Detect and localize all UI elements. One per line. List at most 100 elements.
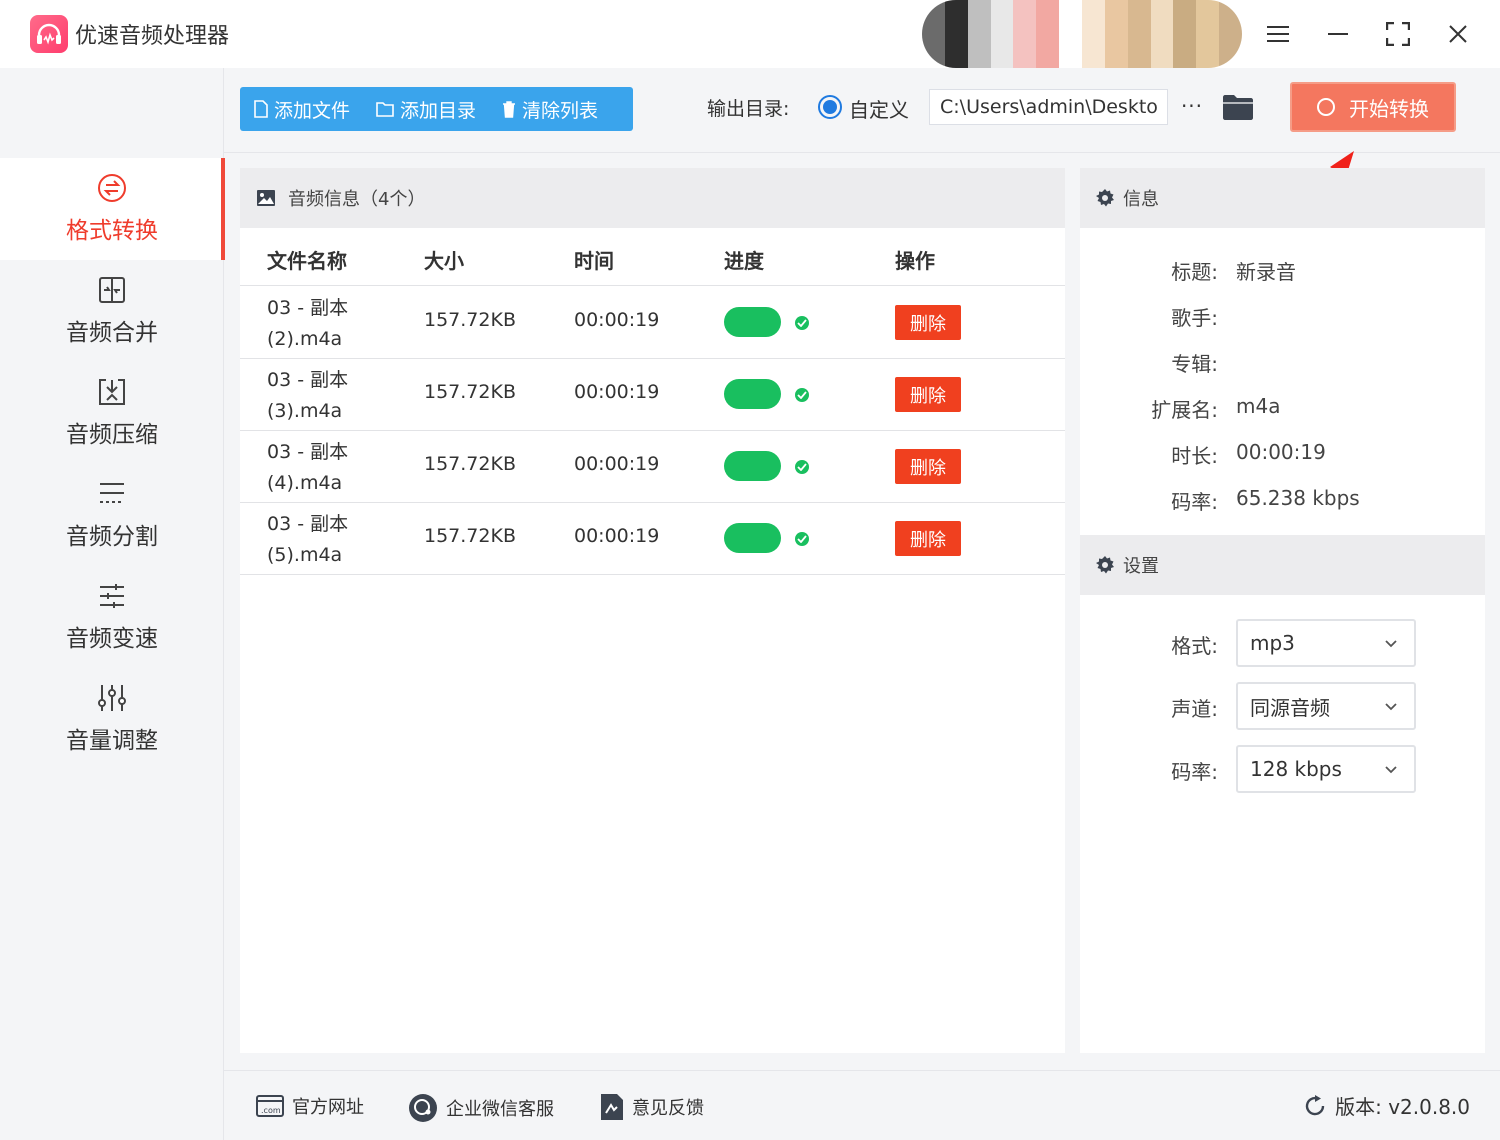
version-info[interactable]: 版本: v2.0.8.0 bbox=[1303, 1091, 1470, 1120]
avatar-mosaic-tile bbox=[922, 0, 945, 68]
progress-bar bbox=[724, 307, 781, 337]
check-icon bbox=[795, 388, 809, 402]
sidebar: 格式转换 音频合并 音频压缩 音频分割 音频变速 音量调整 bbox=[0, 68, 225, 1140]
check-icon bbox=[795, 460, 809, 474]
progress-bar bbox=[724, 523, 781, 553]
bitrate-select[interactable]: 128 kbps bbox=[1236, 745, 1416, 793]
more-options-button[interactable]: ··· bbox=[1178, 90, 1206, 122]
image-icon bbox=[257, 190, 275, 206]
merge-icon bbox=[97, 275, 127, 305]
format-select-value: mp3 bbox=[1250, 631, 1295, 655]
sidebar-item-audio-merge[interactable]: 音频合并 bbox=[0, 260, 224, 362]
delete-button[interactable]: 删除 bbox=[895, 449, 961, 484]
wechat-icon bbox=[408, 1093, 438, 1123]
chevron-down-icon bbox=[1385, 766, 1397, 774]
add-directory-button[interactable]: 添加目录 bbox=[376, 96, 476, 123]
gear-icon bbox=[1096, 556, 1114, 574]
wechat-service-link[interactable]: 企业微信客服 bbox=[408, 1093, 554, 1123]
trash-icon bbox=[503, 101, 516, 118]
table-row[interactable]: 03 - 副本 (3).m4a 157.72KB 00:00:19 删除 bbox=[240, 359, 1065, 431]
close-icon[interactable] bbox=[1438, 14, 1478, 54]
file-size: 157.72KB bbox=[424, 309, 516, 331]
compress-icon bbox=[97, 377, 127, 407]
table-row[interactable]: 03 - 副本 (4).m4a 157.72KB 00:00:19 删除 bbox=[240, 431, 1065, 503]
custom-dir-radio-label[interactable]: 自定义 bbox=[849, 94, 909, 123]
audio-list-header: 音频信息（4个） bbox=[240, 168, 1065, 228]
check-icon bbox=[795, 316, 809, 330]
title-bar: 优速音频处理器 bbox=[0, 0, 1500, 68]
avatar-mosaic-tile bbox=[944, 0, 968, 68]
open-folder-icon[interactable] bbox=[1222, 93, 1254, 121]
check-icon bbox=[795, 532, 809, 546]
column-header-size: 大小 bbox=[424, 249, 464, 273]
minimize-icon[interactable] bbox=[1318, 14, 1358, 54]
refresh-icon bbox=[1305, 1094, 1325, 1115]
sidebar-item-label: 音频合并 bbox=[66, 320, 158, 346]
column-header-action: 操作 bbox=[895, 249, 935, 273]
table-header: 文件名称 大小 时间 进度 操作 bbox=[240, 228, 1065, 286]
footer: .com 官方网址 企业微信客服 意见反馈 版本: v2.0.8.0 bbox=[224, 1070, 1500, 1140]
sidebar-item-label: 音频分割 bbox=[66, 524, 158, 550]
channel-select-value: 同源音频 bbox=[1250, 695, 1330, 720]
delete-button[interactable]: 删除 bbox=[895, 521, 961, 556]
svg-text:.com: .com bbox=[261, 1106, 281, 1115]
file-size: 157.72KB bbox=[424, 525, 516, 547]
audio-list-panel: 音频信息（4个） 文件名称 大小 时间 进度 操作 03 - 副本 (2).m4… bbox=[240, 168, 1065, 1053]
feedback-link[interactable]: 意见反馈 bbox=[600, 1093, 704, 1121]
file-size: 157.72KB bbox=[424, 453, 516, 475]
album-label: 专辑: bbox=[1171, 352, 1218, 376]
website-label: 官方网址 bbox=[292, 1097, 364, 1118]
user-avatar-blurred[interactable] bbox=[922, 0, 1242, 68]
channel-select[interactable]: 同源音频 bbox=[1236, 682, 1416, 730]
add-file-button[interactable]: 添加文件 bbox=[254, 96, 350, 123]
sidebar-item-audio-split[interactable]: 音频分割 bbox=[0, 464, 224, 566]
delete-button[interactable]: 删除 bbox=[895, 377, 961, 412]
format-select[interactable]: mp3 bbox=[1236, 619, 1416, 667]
custom-dir-radio[interactable] bbox=[818, 95, 842, 119]
info-header: 信息 bbox=[1080, 168, 1485, 228]
start-ring-icon bbox=[1317, 98, 1335, 116]
sidebar-item-format-convert[interactable]: 格式转换 bbox=[0, 158, 225, 260]
add-file-label: 添加文件 bbox=[274, 99, 351, 122]
output-dir-label: 输出目录: bbox=[707, 98, 790, 120]
column-header-time: 时间 bbox=[574, 249, 614, 273]
avatar-mosaic-tile bbox=[1150, 0, 1174, 68]
file-duration: 00:00:19 bbox=[574, 525, 660, 547]
extension-label: 扩展名: bbox=[1151, 398, 1218, 422]
file-duration: 00:00:19 bbox=[574, 381, 660, 403]
bitrate-label: 码率: bbox=[1171, 760, 1218, 784]
speed-sliders-icon bbox=[97, 581, 127, 611]
official-website-link[interactable]: .com 官方网址 bbox=[256, 1093, 364, 1119]
info-header-label: 信息 bbox=[1123, 189, 1159, 210]
table-row[interactable]: 03 - 副本 (5).m4a 157.72KB 00:00:19 删除 bbox=[240, 503, 1065, 575]
file-icon bbox=[254, 100, 268, 118]
start-convert-button[interactable]: 开始转换 bbox=[1290, 82, 1456, 132]
table-row[interactable]: 03 - 副本 (2).m4a 157.72KB 00:00:19 删除 bbox=[240, 287, 1065, 359]
avatar-mosaic-tile bbox=[1173, 0, 1197, 68]
sidebar-item-label: 音频变速 bbox=[66, 626, 158, 652]
sidebar-item-audio-compress[interactable]: 音频压缩 bbox=[0, 362, 224, 464]
delete-button[interactable]: 删除 bbox=[895, 305, 961, 340]
file-name: 03 - 副本 (2).m4a bbox=[267, 297, 349, 350]
maximize-icon[interactable] bbox=[1378, 14, 1418, 54]
file-toolbar: 添加文件 添加目录 清除列表 bbox=[240, 87, 633, 131]
avatar-mosaic-tile bbox=[990, 0, 1014, 68]
progress-bar bbox=[724, 451, 781, 481]
bitrate-info-label: 码率: bbox=[1171, 490, 1218, 514]
sidebar-item-label: 音量调整 bbox=[66, 728, 158, 754]
bitrate-info-value: 65.238 kbps bbox=[1236, 486, 1360, 510]
app-logo-icon bbox=[30, 15, 68, 53]
column-header-progress: 进度 bbox=[724, 249, 764, 273]
avatar-mosaic-tile bbox=[1036, 0, 1060, 68]
clear-list-button[interactable]: 清除列表 bbox=[502, 96, 598, 123]
sidebar-item-label: 音频压缩 bbox=[66, 422, 158, 448]
channel-label: 声道: bbox=[1171, 697, 1218, 721]
format-label: 格式: bbox=[1171, 634, 1218, 658]
feedback-label: 意见反馈 bbox=[632, 1098, 704, 1119]
menu-icon[interactable] bbox=[1258, 14, 1298, 54]
avatar-mosaic-tile bbox=[1196, 0, 1220, 68]
sidebar-item-volume-adjust[interactable]: 音量调整 bbox=[0, 668, 224, 770]
volume-equalizer-icon bbox=[97, 683, 127, 713]
sidebar-item-audio-speed[interactable]: 音频变速 bbox=[0, 566, 224, 668]
output-path-input[interactable] bbox=[929, 89, 1168, 125]
